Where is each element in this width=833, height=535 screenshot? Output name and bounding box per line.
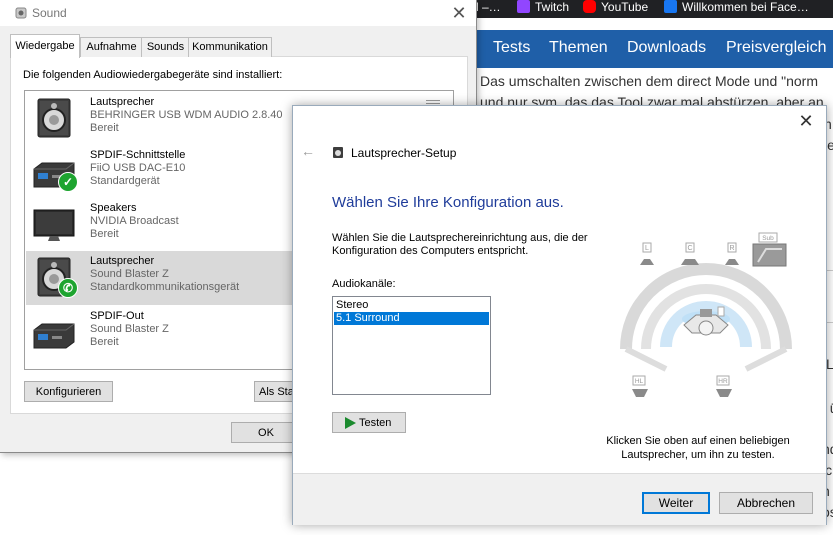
device-name: Lautsprecher <box>90 96 155 108</box>
svg-text:HL: HL <box>635 378 644 385</box>
device-name: SPDIF-Schnittstelle <box>90 149 186 161</box>
audio-channels-listbox[interactable]: Stereo 5.1 Surround <box>332 296 491 395</box>
monitor-icon <box>33 209 75 241</box>
device-list-caption: Die folgenden Audiowiedergabegeräte sind… <box>23 69 283 81</box>
channel-option-stereo[interactable]: Stereo <box>334 299 489 312</box>
default-check-icon: ✓ <box>58 172 78 192</box>
ok-button[interactable]: OK <box>231 422 301 443</box>
cancel-button[interactable]: Abbrechen <box>719 492 813 514</box>
device-status: Bereit <box>90 336 119 348</box>
device-name: Speakers <box>90 202 137 214</box>
audio-channels-label: Audiokanäle: <box>332 278 396 290</box>
svg-text:L: L <box>645 245 649 252</box>
speaker-front-right[interactable]: R <box>725 242 739 265</box>
tab-sounds[interactable]: Sounds <box>141 37 190 57</box>
tab-aufnahme[interactable]: Aufnahme <box>80 37 143 57</box>
tab-wiedergabe[interactable]: Wiedergabe <box>10 34 80 58</box>
facebook-icon <box>664 0 677 13</box>
speaker-layout-diagram: L C R Sub HL HR <box>620 232 792 397</box>
configure-button[interactable]: Konfigurieren <box>24 381 113 402</box>
speaker-front-left[interactable]: L <box>640 242 654 265</box>
speaker-setup-dialog: ✕ ← Lautsprecher-Setup Wählen Sie Ihre K… <box>292 105 827 525</box>
sound-window-title: Sound <box>32 6 67 20</box>
tab-kommunikation[interactable]: Kommunikation <box>188 37 272 57</box>
setup-window-title: Lautsprecher-Setup <box>351 146 457 160</box>
test-button[interactable]: Testen <box>332 412 406 433</box>
test-button-label: Testen <box>359 417 392 429</box>
device-status: Standardgerät <box>90 175 160 187</box>
device-name: SPDIF-Out <box>90 310 144 322</box>
nav-tests[interactable]: Tests <box>493 39 530 57</box>
device-detail: Sound Blaster Z <box>90 323 169 335</box>
setup-instruction: Wählen Sie die Lautsprechereinrichtung a… <box>332 232 588 257</box>
speaker-subwoofer[interactable]: Sub <box>752 232 787 267</box>
device-status: Standardkommunikationsgerät <box>90 281 240 293</box>
device-detail: BEHRINGER USB WDM AUDIO 2.8.40 <box>90 109 283 121</box>
close-icon[interactable]: ✕ <box>448 2 470 24</box>
spdif-device-icon <box>33 323 75 349</box>
sound-app-icon <box>15 7 27 19</box>
device-status: Bereit <box>90 122 119 134</box>
bookmark-facebook[interactable]: Willkommen bei Face… <box>664 0 809 18</box>
play-icon <box>345 417 356 429</box>
close-icon[interactable]: ✕ <box>796 111 816 131</box>
speaker-center-front <box>717 306 725 317</box>
article-line: L <box>826 356 833 372</box>
device-detail: FiiO USB DAC-E10 <box>90 162 186 174</box>
speaker-rear-left[interactable]: HL <box>632 375 648 397</box>
setup-heading: Wählen Sie Ihre Konfiguration aus. <box>332 194 564 211</box>
device-name: Lautsprecher <box>90 255 155 267</box>
test-hint: Klicken Sie oben auf einen beliebigen La… <box>606 435 790 461</box>
channel-option-surround[interactable]: 5.1 Surround <box>334 312 489 325</box>
speaker-center[interactable]: C <box>681 242 699 265</box>
speaker-setup-icon <box>333 147 343 158</box>
bookmark-twitch[interactable]: Twitch <box>517 0 569 18</box>
phone-icon: ✆ <box>58 278 78 298</box>
twitch-icon <box>517 0 530 13</box>
speaker-icon <box>37 98 71 138</box>
svg-text:HR: HR <box>718 378 728 385</box>
article-line: Das umschalten zwischen dem direct Mode … <box>480 73 819 89</box>
nav-themen[interactable]: Themen <box>549 39 608 57</box>
site-navigation: Tests Themen Downloads Preisvergleich <box>470 30 833 68</box>
speaker-rear-right[interactable]: HR <box>716 375 732 397</box>
svg-text:R: R <box>729 245 734 252</box>
youtube-icon <box>583 0 596 13</box>
next-button[interactable]: Weiter <box>642 492 710 514</box>
setup-footer: Weiter Abbrechen <box>293 473 826 525</box>
bookmark-youtube[interactable]: YouTube <box>583 0 648 18</box>
sound-titlebar[interactable]: Sound ✕ <box>0 0 476 26</box>
device-detail: NVIDIA Broadcast <box>90 215 179 227</box>
device-detail: Sound Blaster Z <box>90 268 169 280</box>
svg-text:C: C <box>687 245 692 252</box>
svg-text:Sub: Sub <box>762 235 774 242</box>
device-status: Bereit <box>90 228 119 240</box>
back-arrow-icon[interactable]: ← <box>301 143 315 159</box>
bookmarks-bar: d –… Twitch YouTube Willkommen bei Face… <box>470 0 833 18</box>
nav-downloads[interactable]: Downloads <box>627 39 706 57</box>
nav-preisvergleich[interactable]: Preisvergleich <box>726 39 826 57</box>
